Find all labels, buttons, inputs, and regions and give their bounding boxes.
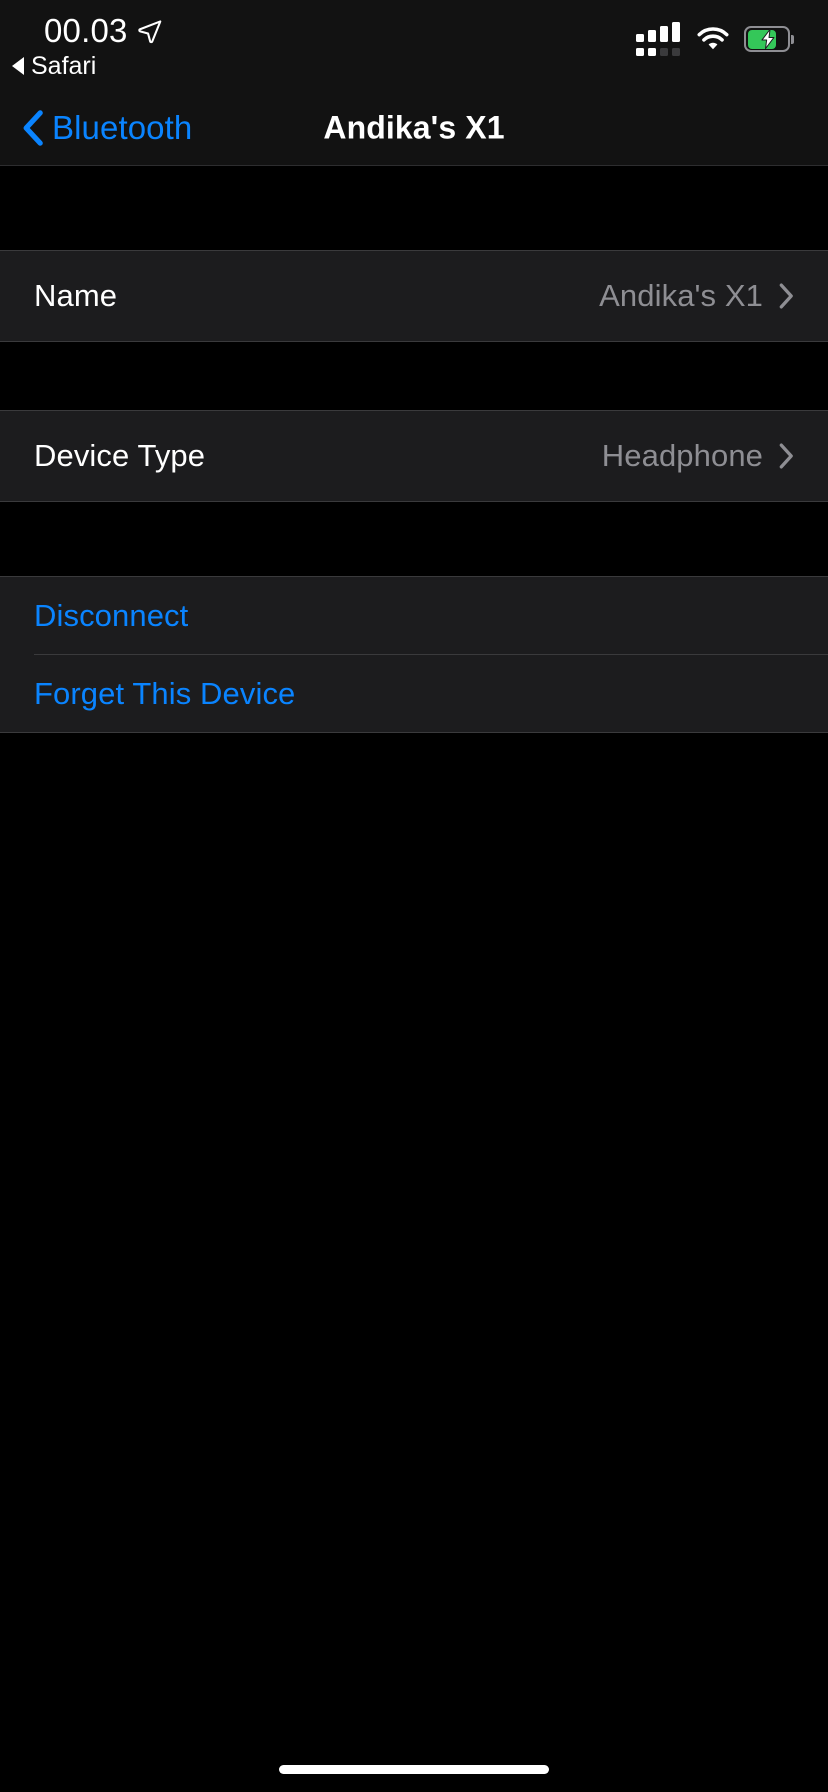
disconnect-label: Disconnect: [34, 597, 189, 633]
device-type-section: Device Type Headphone: [0, 410, 828, 502]
signal-primary-bars: [636, 22, 680, 42]
row-name[interactable]: Name Andika's X1: [0, 251, 828, 341]
settings-list: Name Andika's X1 Device Type Headphone D…: [0, 166, 828, 733]
row-name-label: Name: [34, 278, 118, 313]
chevron-left-icon: [23, 109, 43, 146]
status-bar: 00.03 Safari: [0, 0, 828, 90]
spacer-after-device-type: [0, 502, 828, 576]
home-indicator[interactable]: [279, 1765, 549, 1774]
forget-device-button[interactable]: Forget This Device: [0, 655, 828, 732]
row-device-type-value: Headphone: [601, 438, 763, 473]
bluetooth-device-detail-screen: 00.03 Safari Bluetooth Andika's X1 Name …: [0, 0, 828, 1792]
row-device-type[interactable]: Device Type Headphone: [0, 411, 828, 501]
location-arrow-icon: [137, 20, 161, 44]
wifi-icon: [697, 27, 729, 50]
status-bar-left: 00.03: [44, 12, 163, 50]
spacer-top: [0, 166, 828, 250]
charging-bolt-icon: [761, 28, 775, 50]
navigation-bar: Bluetooth Andika's X1: [0, 90, 828, 166]
battery-cap: [790, 35, 794, 44]
back-button-bluetooth[interactable]: Bluetooth: [22, 109, 192, 147]
disconnect-button[interactable]: Disconnect: [0, 577, 828, 654]
spacer-after-name: [0, 342, 828, 410]
return-to-app-label: Safari: [31, 52, 97, 80]
name-section: Name Andika's X1: [0, 250, 828, 342]
actions-section: Disconnect Forget This Device: [0, 576, 828, 733]
chevron-right-icon: [779, 443, 793, 469]
status-bar-clock: 00.03: [44, 12, 128, 49]
row-device-type-label: Device Type: [34, 438, 206, 473]
row-name-value: Andika's X1: [599, 278, 763, 313]
status-bar-right: [636, 22, 794, 56]
dual-sim-signal-icon: [636, 22, 682, 56]
back-button-label: Bluetooth: [52, 108, 193, 146]
page-title: Andika's X1: [323, 109, 505, 145]
back-triangle-icon: [12, 57, 24, 75]
battery-charging-icon: [744, 26, 794, 52]
row-name-accessory: Andika's X1: [599, 278, 794, 314]
row-device-type-accessory: Headphone: [602, 438, 794, 474]
chevron-right-icon: [779, 283, 793, 309]
forget-device-label: Forget This Device: [34, 675, 296, 711]
return-to-app-button[interactable]: Safari: [12, 52, 96, 80]
signal-secondary-bars: [636, 48, 680, 56]
